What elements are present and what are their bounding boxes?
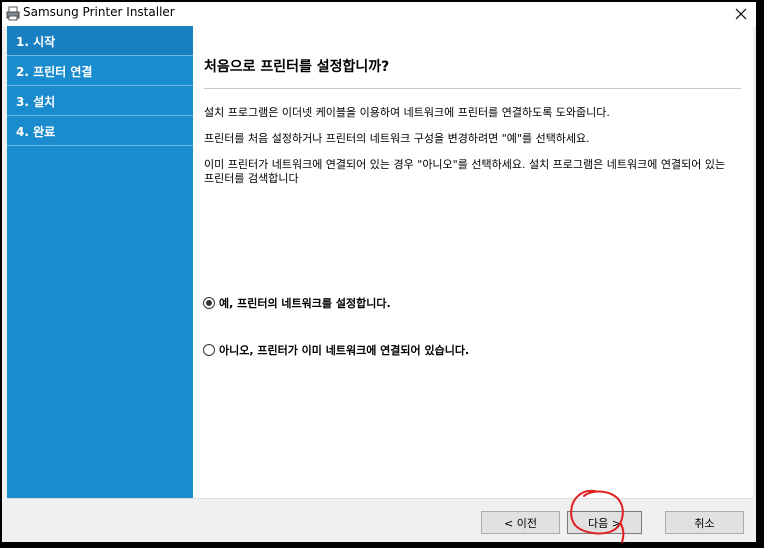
option-no-label[interactable]: 아니오, 프린터가 이미 네트워크에 연결되어 있습니다. [219, 342, 469, 358]
step-divider [7, 145, 193, 146]
divider [204, 88, 741, 89]
cancel-button-label: 취소 [694, 516, 715, 530]
option-yes-label[interactable]: 예, 프린터의 네트워크를 설정합니다. [219, 295, 391, 311]
step-label: 1. 시작 [16, 35, 56, 49]
next-button-label: 다음 > [588, 516, 621, 530]
main-content: 처음으로 프린터를 설정합니까? 설치 프로그램은 이더넷 케이블을 이용하여 … [193, 26, 753, 498]
page-title: 처음으로 프린터를 설정합니까? [204, 59, 390, 75]
description-paragraph: 이미 프린터가 네트워크에 연결되어 있는 경우 "아니오"를 선택하세요. 설… [204, 158, 726, 185]
step-finish: 4. 완료 [7, 116, 193, 145]
close-button[interactable] [726, 2, 756, 26]
close-icon [735, 8, 747, 20]
description-paragraph: 프린터를 처음 설정하거나 프린터의 네트워크 구성을 변경하려면 "예"를 선… [204, 132, 590, 145]
description-paragraph: 설치 프로그램은 이더넷 케이블을 이용하여 네트워크에 프린터를 연결하도록 … [204, 106, 610, 119]
step-label: 4. 완료 [16, 125, 56, 139]
cancel-button[interactable]: 취소 [665, 511, 744, 534]
back-button[interactable]: < 이전 [481, 511, 560, 534]
option-yes[interactable]: 예, 프린터의 네트워크를 설정합니다. [203, 295, 391, 311]
step-label: 2. 프린터 연결 [16, 65, 93, 79]
step-label: 3. 설치 [16, 95, 56, 109]
title-bar[interactable]: Samsung Printer Installer [2, 2, 756, 26]
radio-yes[interactable] [203, 297, 215, 309]
option-no[interactable]: 아니오, 프린터가 이미 네트워크에 연결되어 있습니다. [203, 342, 469, 358]
steps-sidebar: 1. 시작 2. 프린터 연결 3. 설치 4. 완료 [7, 26, 193, 498]
step-install: 3. 설치 [7, 86, 193, 115]
printer-app-icon [6, 6, 20, 21]
step-start: 1. 시작 [7, 26, 193, 55]
installer-window: Samsung Printer Installer 1. 시작 2. 프린터 연… [2, 2, 756, 542]
back-button-label: < 이전 [504, 516, 537, 530]
window-title: Samsung Printer Installer [23, 5, 175, 19]
button-bar: < 이전 다음 > 취소 [7, 498, 753, 542]
step-printer-connection: 2. 프린터 연결 [7, 56, 193, 85]
next-button[interactable]: 다음 > [567, 511, 642, 534]
radio-no[interactable] [203, 344, 215, 356]
